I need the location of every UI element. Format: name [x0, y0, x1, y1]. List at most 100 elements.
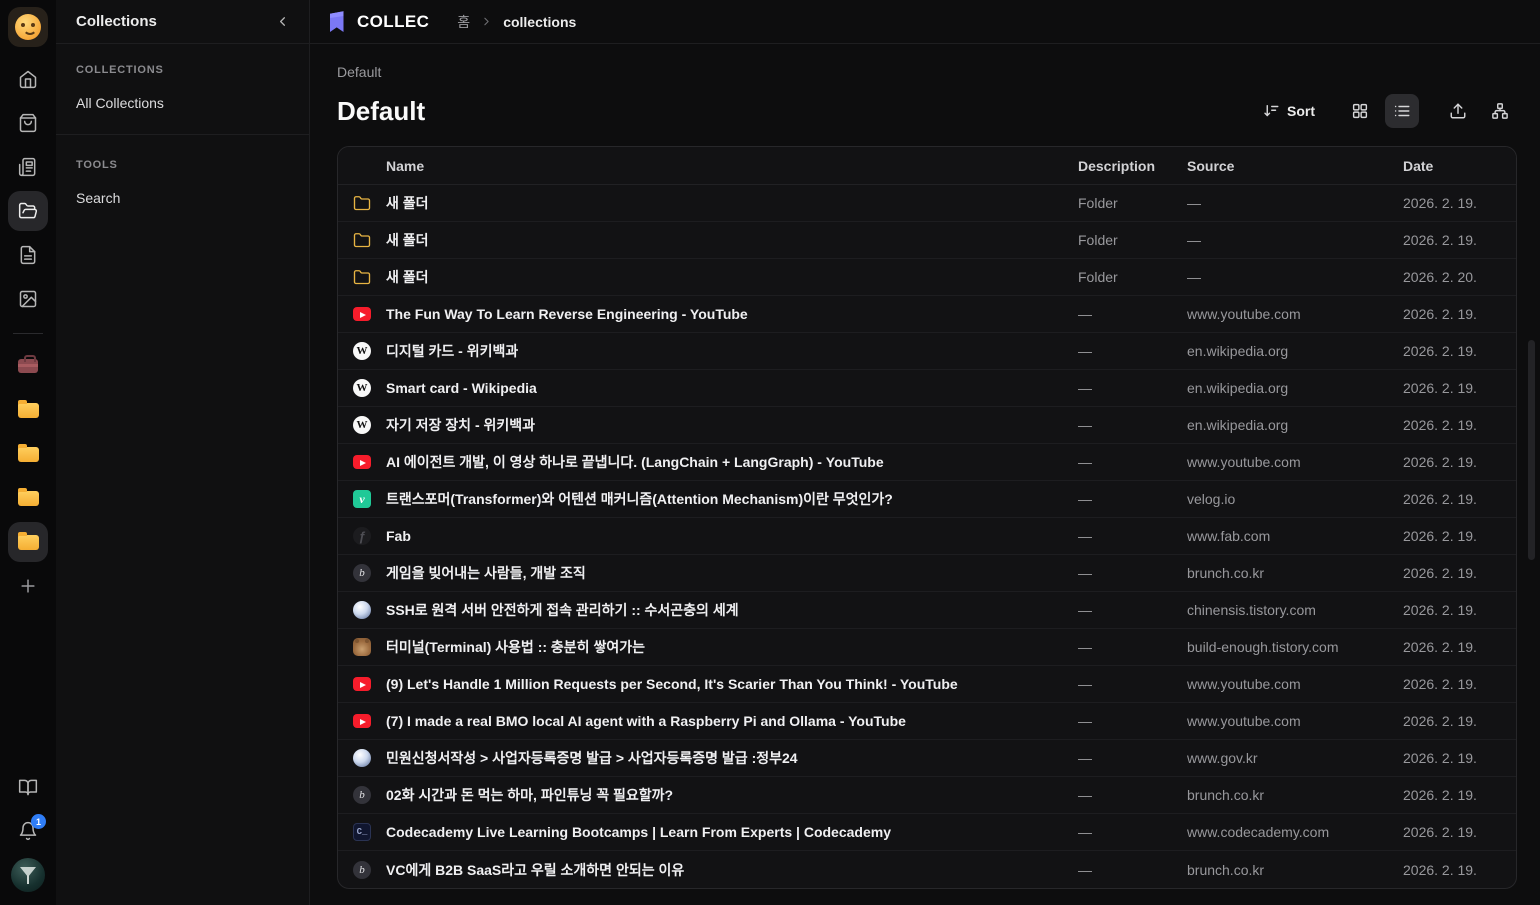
file-text-icon [18, 245, 38, 265]
folder-emoji-icon [18, 447, 39, 462]
content: Default Default Sort [310, 44, 1540, 905]
folder-workspace-2[interactable] [8, 434, 48, 474]
youtube-favicon [353, 712, 371, 730]
row-description: — [1078, 639, 1187, 655]
column-header-name[interactable]: Name [338, 158, 1078, 174]
column-header-source[interactable]: Source [1187, 158, 1403, 174]
youtube-favicon [353, 675, 371, 693]
grid-view-button[interactable] [1343, 94, 1377, 128]
sidebar-item-all-collections[interactable]: All Collections [56, 86, 309, 120]
profile-button[interactable] [8, 855, 48, 895]
row-description: — [1078, 713, 1187, 729]
sidebar-title: Collections [76, 13, 157, 30]
list-view-icon [1393, 102, 1411, 120]
folder-favicon [353, 268, 371, 286]
rail-item-media[interactable] [8, 279, 48, 319]
row-date: 2026. 2. 19. [1403, 232, 1516, 248]
table-header-row: Name Description Source Date [338, 147, 1516, 185]
table-row[interactable]: W 자기 저장 장치 - 위키백과 — en.wikipedia.org 202… [338, 407, 1516, 444]
table-row[interactable]: (7) I made a real BMO local AI agent wit… [338, 703, 1516, 740]
row-source: brunch.co.kr [1187, 787, 1403, 803]
table-row[interactable]: 새 폴더 Folder — 2026. 2. 20. [338, 259, 1516, 296]
brunch-favicon: b [353, 564, 371, 582]
table-row[interactable]: SSH로 원격 서버 안전하게 접속 관리하기 :: 수서곤충의 세계 — ch… [338, 592, 1516, 629]
list-view-button[interactable] [1385, 94, 1419, 128]
row-description: — [1078, 417, 1187, 433]
row-date: 2026. 2. 19. [1403, 750, 1516, 766]
wikipedia-favicon: W [353, 379, 371, 397]
briefcase-workspace[interactable] [8, 346, 48, 386]
table-row[interactable]: v 트랜스포머(Transformer)와 어텐션 매커니즘(Attention… [338, 481, 1516, 518]
row-name: (7) I made a real BMO local AI agent wit… [386, 713, 906, 729]
folder-workspace-1[interactable] [8, 390, 48, 430]
column-header-description[interactable]: Description [1078, 158, 1187, 174]
table-row[interactable]: b 게임을 빚어내는 사람들, 개발 조직 — brunch.co.kr 202… [338, 555, 1516, 592]
scrollbar-thumb[interactable] [1528, 340, 1535, 560]
table-row[interactable]: The Fun Way To Learn Reverse Engineering… [338, 296, 1516, 333]
bear-favicon [353, 638, 371, 656]
row-date: 2026. 2. 20. [1403, 269, 1516, 285]
table-row[interactable]: 새 폴더 Folder — 2026. 2. 19. [338, 185, 1516, 222]
row-name: 자기 저장 장치 - 위키백과 [386, 415, 535, 435]
column-header-date[interactable]: Date [1403, 158, 1516, 174]
add-workspace-button[interactable] [8, 566, 48, 606]
table-row[interactable]: b VC에게 B2B SaaS라고 우릴 소개하면 안되는 이유 — brunc… [338, 851, 1516, 888]
table-row[interactable]: b 02화 시간과 돈 먹는 하마, 파인튜닝 꼭 필요할까? — brunch… [338, 777, 1516, 814]
folder-workspace-4[interactable] [8, 522, 48, 562]
rail-divider [13, 333, 43, 334]
breadcrumb-home[interactable]: 홈 [457, 12, 470, 32]
collec-logo-icon [328, 11, 348, 33]
library-button[interactable] [8, 767, 48, 807]
rail-item-shop[interactable] [8, 103, 48, 143]
export-button[interactable] [1441, 94, 1475, 128]
sort-descending-icon [1262, 102, 1280, 120]
row-source: www.youtube.com [1187, 454, 1403, 470]
table-row[interactable]: 터미널(Terminal) 사용법 :: 충분히 쌓여가는 — build-en… [338, 629, 1516, 666]
row-date: 2026. 2. 19. [1403, 454, 1516, 470]
table-row[interactable]: W 디지털 카드 - 위키백과 — en.wikipedia.org 2026.… [338, 333, 1516, 370]
row-date: 2026. 2. 19. [1403, 565, 1516, 581]
workspace-avatar[interactable] [8, 7, 48, 47]
folder-favicon [353, 194, 371, 212]
rail-item-documents[interactable] [8, 235, 48, 275]
table-row[interactable]: 민원신청서작성 > 사업자등록증명 발급 > 사업자등록증명 발급 :정부24 … [338, 740, 1516, 777]
table-row[interactable]: AI 에이전트 개발, 이 영상 하나로 끝냅니다. (LangChain + … [338, 444, 1516, 481]
hierarchy-button[interactable] [1483, 94, 1517, 128]
table-body: 새 폴더 Folder — 2026. 2. 19. 새 폴더 Folder —… [338, 185, 1516, 888]
chevron-left-icon [275, 14, 290, 29]
sidebar-item-search[interactable]: Search [56, 181, 309, 215]
row-source: www.youtube.com [1187, 676, 1403, 692]
folder-workspace-3[interactable] [8, 478, 48, 518]
row-name: Smart card - Wikipedia [386, 380, 537, 396]
wikipedia-favicon: W [353, 416, 371, 434]
sidebar-collapse-button[interactable] [269, 9, 295, 35]
row-name: 터미널(Terminal) 사용법 :: 충분히 쌓여가는 [386, 637, 645, 657]
row-name: The Fun Way To Learn Reverse Engineering… [386, 306, 748, 322]
brunch-favicon: b [353, 786, 371, 804]
notifications-button[interactable]: 1 [8, 811, 48, 851]
row-name: 02화 시간과 돈 먹는 하마, 파인튜닝 꼭 필요할까? [386, 785, 673, 805]
row-date: 2026. 2. 19. [1403, 417, 1516, 433]
row-description: — [1078, 862, 1187, 878]
table-row[interactable]: 새 폴더 Folder — 2026. 2. 19. [338, 222, 1516, 259]
app-window: 1 Collections COLLECTIONS All Collection… [0, 0, 1540, 905]
table-row[interactable]: ƒ Fab — www.fab.com 2026. 2. 19. [338, 518, 1516, 555]
rail-item-news[interactable] [8, 147, 48, 187]
collection-table: Name Description Source Date 새 폴더 Folder… [337, 146, 1517, 889]
toolbar: Sort [1256, 94, 1517, 128]
table-row[interactable]: C_ Codecademy Live Learning Bootcamps | … [338, 814, 1516, 851]
app-logo-text[interactable]: COLLEC [357, 12, 429, 32]
network-icon [1491, 102, 1509, 120]
shopping-bag-icon [18, 113, 38, 133]
folder-open-icon [18, 201, 38, 221]
row-source: www.youtube.com [1187, 306, 1403, 322]
row-source: www.fab.com [1187, 528, 1403, 544]
sort-button[interactable]: Sort [1256, 94, 1321, 128]
table-row[interactable]: (9) Let's Handle 1 Million Requests per … [338, 666, 1516, 703]
rail-item-home[interactable] [8, 59, 48, 99]
breadcrumb-current[interactable]: collections [503, 14, 576, 30]
row-name: (9) Let's Handle 1 Million Requests per … [386, 676, 958, 692]
rail-item-collections[interactable] [8, 191, 48, 231]
row-source: brunch.co.kr [1187, 565, 1403, 581]
table-row[interactable]: W Smart card - Wikipedia — en.wikipedia.… [338, 370, 1516, 407]
